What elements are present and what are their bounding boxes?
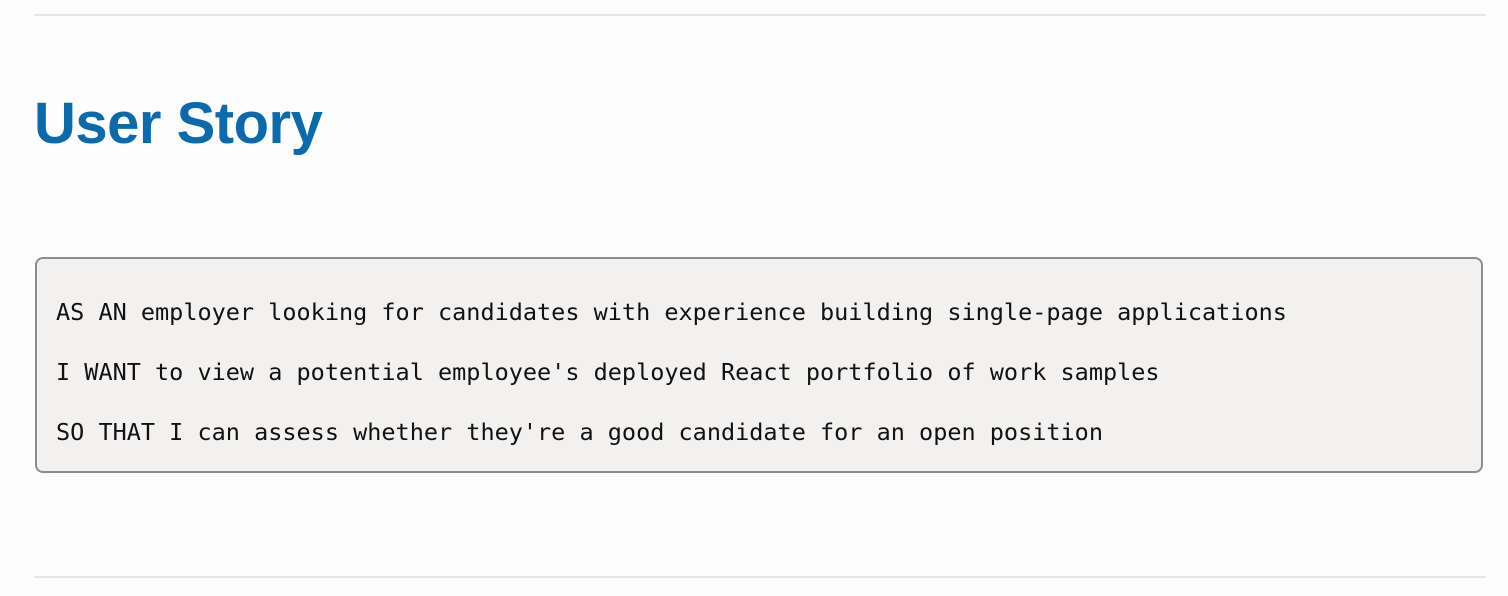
top-divider [34, 14, 1486, 16]
story-line-i-want: I WANT to view a potential employee's de… [56, 358, 1160, 386]
user-story-code-block: AS AN employer looking for candidates wi… [35, 257, 1483, 473]
story-line-so-that: SO THAT I can assess whether they're a g… [56, 418, 1103, 446]
bottom-divider [34, 576, 1486, 578]
story-line-as-an: AS AN employer looking for candidates wi… [56, 298, 1287, 326]
section-heading: User Story [34, 91, 323, 156]
